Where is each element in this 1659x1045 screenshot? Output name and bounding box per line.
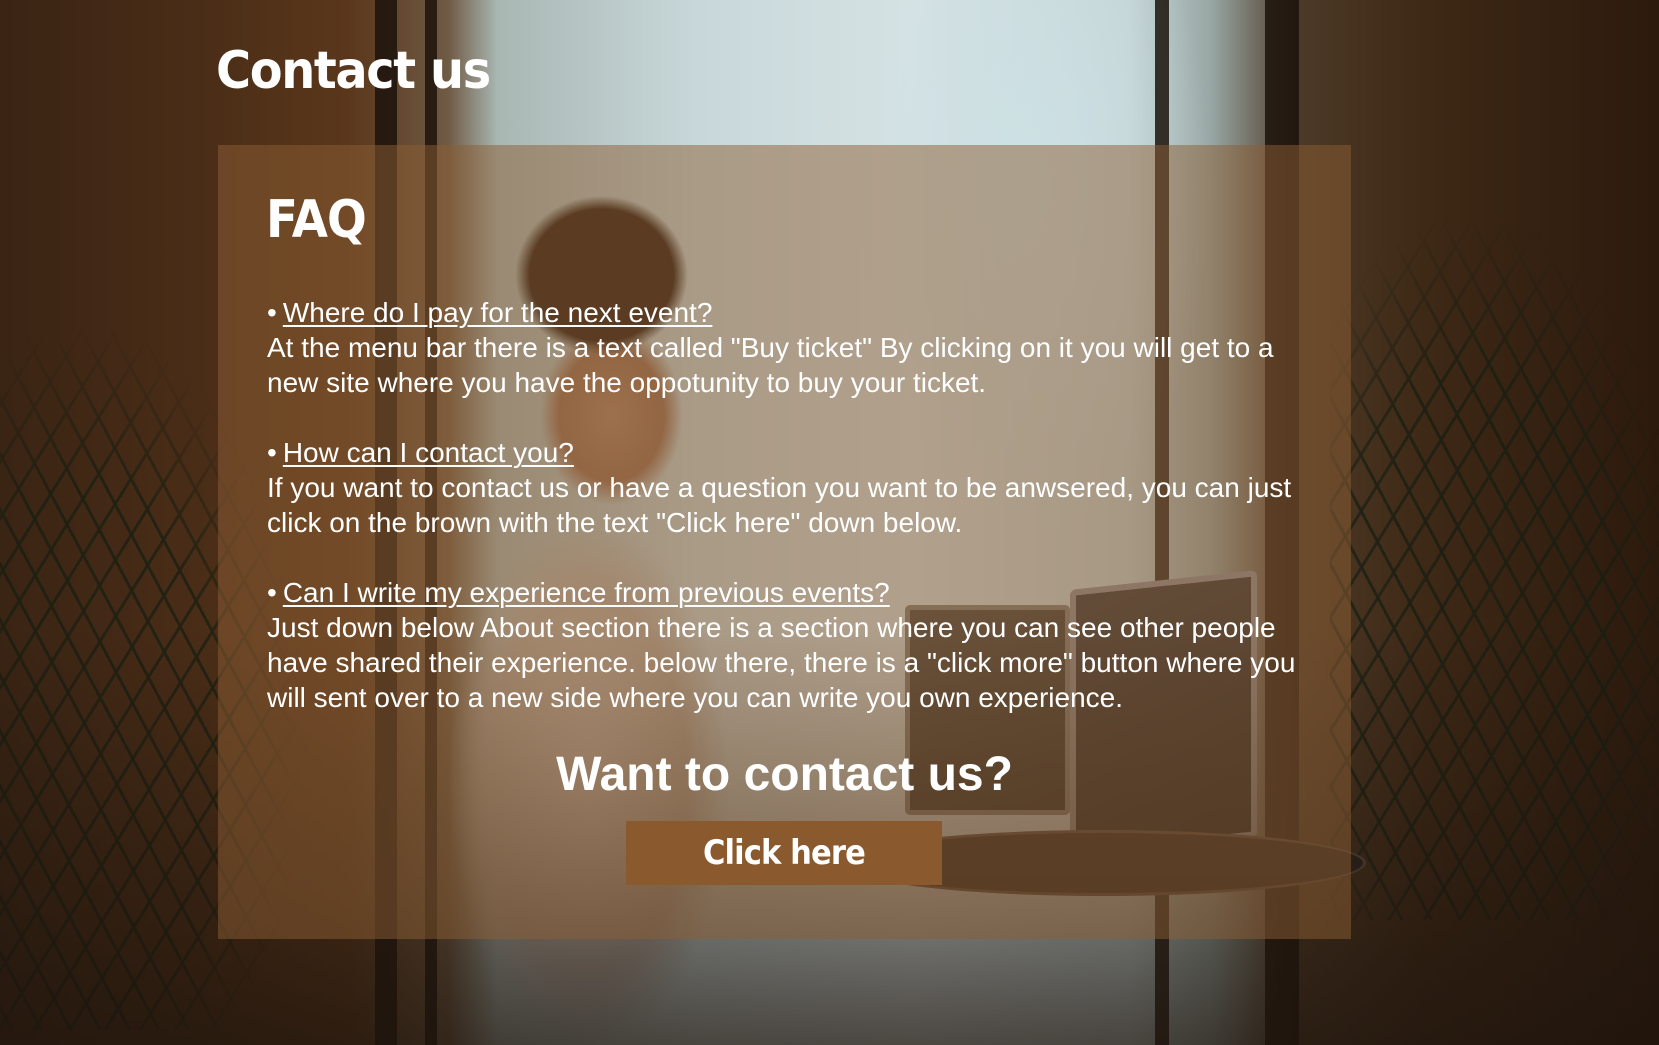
contact-heading: Want to contact us? bbox=[556, 748, 1013, 801]
faq-answer: If you want to contact us or have a ques… bbox=[267, 472, 1292, 538]
faq-item: • Can I write my experience from previous… bbox=[267, 575, 1297, 715]
faq-panel: FAQ • Where do I pay for the next event? … bbox=[218, 145, 1351, 939]
faq-answer: Just down below About section there is a… bbox=[267, 612, 1296, 713]
faq-question-link[interactable]: Where do I pay for the next event? bbox=[283, 297, 713, 328]
bullet: • bbox=[267, 577, 277, 608]
faq-question-link[interactable]: How can I contact you? bbox=[283, 437, 574, 468]
click-here-button[interactable]: Click here bbox=[626, 821, 942, 885]
faq-list: • Where do I pay for the next event? At t… bbox=[267, 295, 1297, 750]
faq-item: • How can I contact you? If you want to c… bbox=[267, 435, 1297, 540]
faq-answer: At the menu bar there is a text called "… bbox=[267, 332, 1274, 398]
bullet: • bbox=[267, 437, 277, 468]
faq-heading: FAQ bbox=[266, 190, 367, 250]
faq-question-link[interactable]: Can I write my experience from previous … bbox=[283, 577, 890, 608]
click-here-label: Click here bbox=[703, 833, 866, 873]
page-title: Contact us bbox=[216, 41, 491, 101]
faq-item: • Where do I pay for the next event? At t… bbox=[267, 295, 1297, 400]
bullet: • bbox=[267, 297, 277, 328]
